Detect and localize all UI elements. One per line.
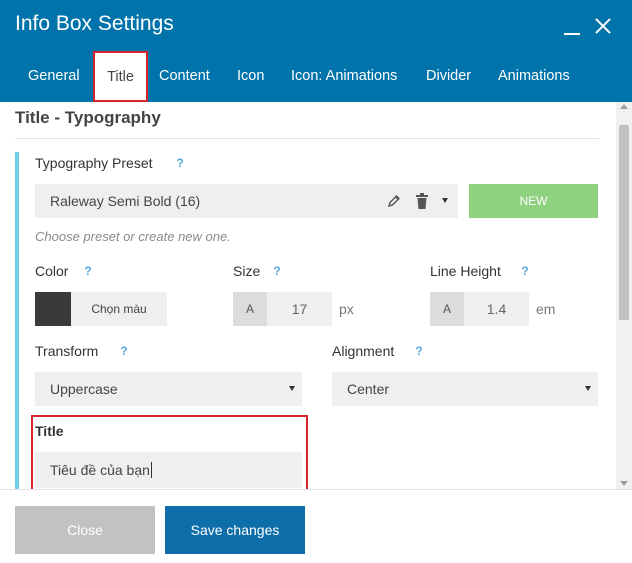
close-icon[interactable]	[592, 12, 616, 40]
alignment-label: Alignment	[332, 343, 395, 359]
title-input[interactable]: Tiêu đề của bạn	[35, 452, 302, 488]
save-changes-button[interactable]: Save changes	[165, 506, 305, 554]
section-divider	[15, 138, 599, 139]
footer-divider	[0, 489, 632, 490]
tab-general[interactable]: General	[28, 68, 80, 84]
typography-preset-label: Typography Preset	[35, 155, 153, 171]
help-icon[interactable]: ?	[412, 344, 426, 358]
text-cursor	[150, 462, 152, 478]
chevron-down-icon[interactable]	[442, 198, 448, 203]
trash-icon[interactable]	[416, 193, 428, 209]
dialog-header: Info Box Settings General Title Content …	[0, 0, 632, 102]
help-icon[interactable]: ?	[117, 344, 131, 358]
preset-value: Raleway Semi Bold (16)	[50, 193, 201, 209]
help-icon[interactable]: ?	[173, 156, 187, 170]
help-icon[interactable]: ?	[81, 264, 95, 278]
size-label: Size	[233, 263, 261, 279]
line-height-input[interactable]: 1.4	[464, 292, 529, 326]
help-icon[interactable]: ?	[270, 264, 284, 278]
size-prefix: A	[233, 292, 267, 326]
tab-title[interactable]: Title	[93, 51, 148, 102]
transform-label: Transform	[35, 343, 99, 359]
vertical-scrollbar[interactable]	[616, 102, 632, 489]
alignment-value: Center	[347, 381, 390, 397]
size-unit: px	[339, 301, 354, 317]
tab-divider[interactable]: Divider	[426, 68, 471, 84]
section-title: Title - Typography	[15, 108, 161, 127]
size-input[interactable]: 17	[267, 292, 332, 326]
dialog-title: Info Box Settings	[15, 12, 174, 35]
tab-animations[interactable]: Animations	[498, 68, 570, 84]
group-accent-bar	[15, 152, 19, 489]
title-field-label: Title	[35, 423, 64, 439]
close-button[interactable]: Close	[15, 506, 155, 554]
title-input-value: Tiêu đề của bạn	[50, 462, 150, 478]
line-height-prefix: A	[430, 292, 464, 326]
tab-icon[interactable]: Icon	[237, 68, 264, 84]
minimize-icon[interactable]	[561, 12, 585, 40]
typography-preset-select[interactable]: Raleway Semi Bold (16)	[35, 184, 458, 218]
scrollbar-thumb[interactable]	[619, 125, 629, 320]
line-height-label: Line Height	[430, 263, 501, 279]
tab-content[interactable]: Content	[159, 68, 210, 84]
chevron-down-icon	[289, 386, 295, 391]
chevron-down-icon	[585, 386, 591, 391]
settings-panel: Title - Typography Typography Preset ? R…	[0, 102, 632, 489]
tab-icon-animations[interactable]: Icon: Animations	[291, 68, 397, 84]
preset-hint: Choose preset or create new one.	[35, 229, 231, 244]
line-height-unit: em	[536, 301, 556, 317]
tab-title-label: Title	[107, 69, 134, 85]
new-preset-button[interactable]: NEW	[469, 184, 598, 218]
alignment-select[interactable]: Center	[332, 372, 598, 406]
pencil-icon[interactable]	[387, 194, 401, 208]
scroll-down-icon[interactable]	[620, 481, 628, 486]
transform-select[interactable]: Uppercase	[35, 372, 302, 406]
scroll-up-icon[interactable]	[620, 104, 628, 109]
color-picker-button[interactable]: Chọn màu	[71, 292, 167, 326]
color-swatch[interactable]	[35, 292, 71, 326]
help-icon[interactable]: ?	[518, 264, 532, 278]
transform-value: Uppercase	[50, 381, 118, 397]
color-label: Color	[35, 263, 69, 279]
